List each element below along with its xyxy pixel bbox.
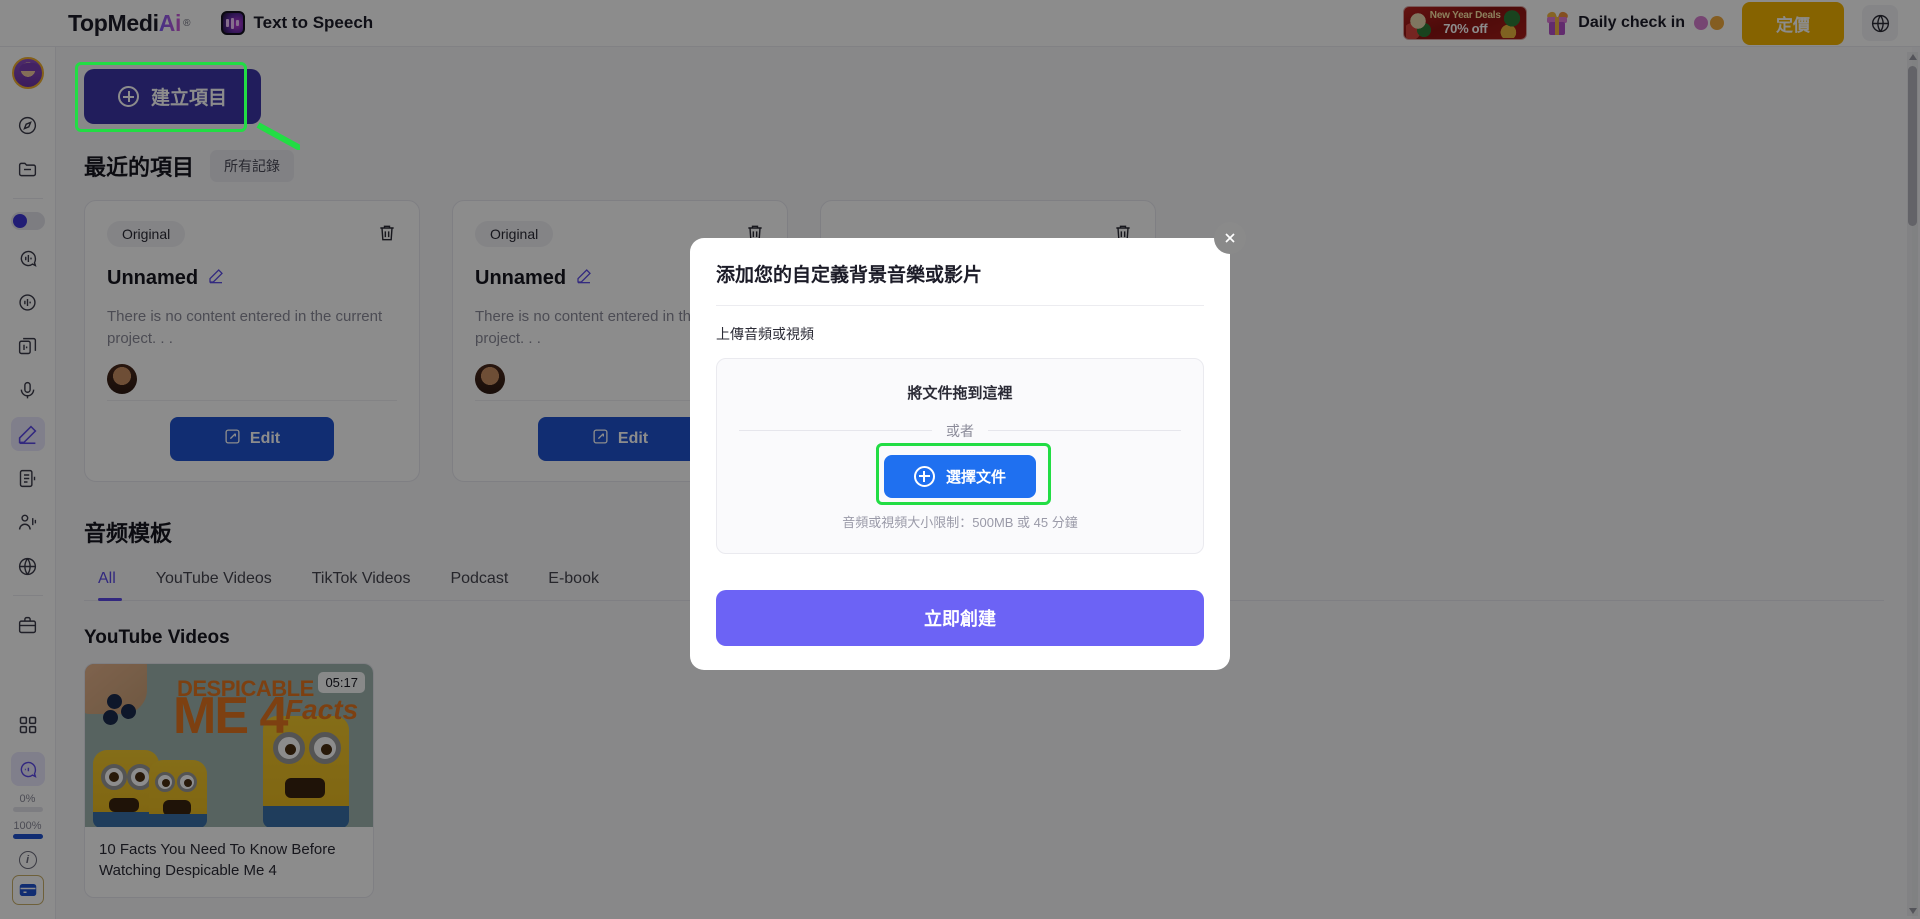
or-separator: 或者 [739,421,1181,441]
or-label: 或者 [946,422,974,439]
upload-section-label: 上傳音頻或視頻 [716,326,814,342]
drop-hint: 將文件拖到這裡 [907,384,1013,402]
choose-file-label: 選擇文件 [945,468,1006,486]
close-icon[interactable] [1214,222,1246,254]
modal-divider [716,305,1204,306]
choose-file-button[interactable]: 選擇文件 [883,454,1036,498]
or-line-left [739,430,932,431]
modal-title: 添加您的自定義背景音樂或影片 [716,265,983,286]
file-limit-text: 音頻或視頻大小限制：500MB 或 45 分鐘 [842,514,1078,530]
or-line-right [988,430,1181,431]
create-now-button[interactable]: 立即創建 [716,590,1204,646]
app-root: 建立項目 最近的項目 所有記錄 Original Unnamed There i… [0,0,1920,919]
upload-background-modal: 添加您的自定義背景音樂或影片 上傳音頻或視頻 將文件拖到這裡 或者 選擇文件 音… [690,222,1246,670]
plus-circle-icon [913,465,935,487]
file-drop-zone[interactable]: 將文件拖到這裡 或者 選擇文件 音頻或視頻大小限制：500MB 或 45 分鐘 [716,358,1204,554]
